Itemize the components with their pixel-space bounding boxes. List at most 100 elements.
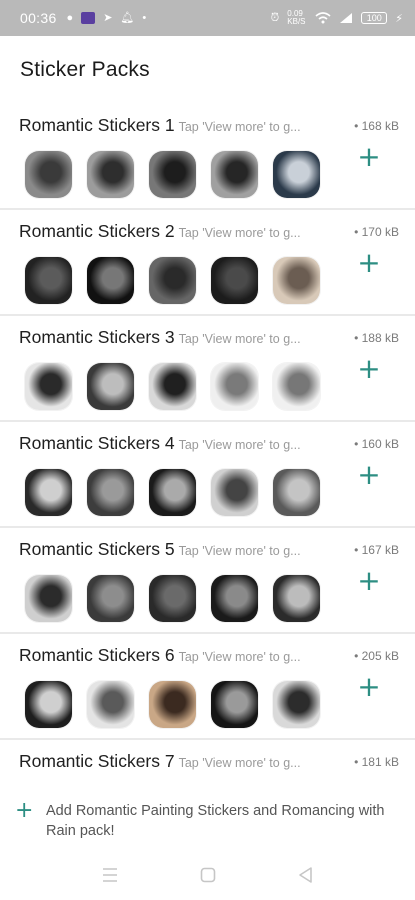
- status-bar: 00:36 ● ➤ 🔔︎ • ⏰︎ 0.09 KB/S 100 ⚡︎: [0, 0, 415, 36]
- sticker-thumbnail: [149, 363, 196, 410]
- sticker-thumbnail: [211, 257, 258, 304]
- sticker-pack-row[interactable]: Romantic Stickers 4 Tap 'View more' to g.…: [0, 422, 415, 528]
- pack-description: Tap 'View more' to g...: [178, 756, 301, 770]
- back-icon[interactable]: [294, 864, 318, 886]
- notification-bell-icon: 🔔︎: [120, 11, 135, 24]
- add-more-packs-row[interactable]: + Add Romantic Painting Stickers and Rom…: [0, 796, 415, 842]
- sticker-thumbnail: [87, 257, 134, 304]
- pack-name: Romantic Stickers 3: [19, 327, 175, 347]
- pack-size: • 160 kB: [354, 437, 399, 451]
- sticker-thumbnail: [25, 681, 72, 728]
- sticker-thumbnails: [25, 363, 320, 410]
- sticker-thumbnail: [211, 469, 258, 516]
- sticker-thumbnail: [25, 151, 72, 198]
- sticker-thumbnail: [87, 363, 134, 410]
- navigation-bar: [0, 850, 415, 900]
- sticker-thumbnail: [149, 257, 196, 304]
- pack-description: Tap 'View more' to g...: [178, 650, 301, 664]
- sticker-thumbnails: [25, 151, 320, 198]
- alarm-icon: ⏰︎: [270, 11, 280, 24]
- status-time: 00:36: [20, 10, 57, 26]
- add-pack-button[interactable]: +: [356, 567, 382, 595]
- sticker-thumbnail: [87, 469, 134, 516]
- app-icon: [81, 12, 96, 24]
- sticker-thumbnail: [87, 151, 134, 198]
- sticker-thumbnail: [273, 681, 320, 728]
- page-title: Sticker Packs: [20, 58, 150, 81]
- pack-name: Romantic Stickers 1: [19, 115, 175, 135]
- pack-size: • 205 kB: [354, 649, 399, 663]
- sticker-thumbnail: [273, 257, 320, 304]
- pack-header: Romantic Stickers 1 Tap 'View more' to g.…: [19, 115, 399, 137]
- pack-header: Romantic Stickers 2 Tap 'View more' to g.…: [19, 221, 399, 243]
- pack-name: Romantic Stickers 2: [19, 221, 175, 241]
- pack-description: Tap 'View more' to g...: [178, 438, 301, 452]
- pack-size: • 181 kB: [354, 755, 399, 769]
- sticker-thumbnail: [211, 575, 258, 622]
- pack-name: Romantic Stickers 5: [19, 539, 175, 559]
- pack-header: Romantic Stickers 6 Tap 'View more' to g.…: [19, 645, 399, 667]
- pack-size: • 188 kB: [354, 331, 399, 345]
- charging-icon: ⚡︎: [395, 12, 403, 25]
- add-more-packs-label: Add Romantic Painting Stickers and Roman…: [46, 803, 385, 839]
- sticker-thumbnail: [87, 575, 134, 622]
- sticker-pack-row[interactable]: Romantic Stickers 5 Tap 'View more' to g.…: [0, 528, 415, 634]
- battery-icon: 100: [361, 12, 388, 24]
- pack-header: Romantic Stickers 5 Tap 'View more' to g.…: [19, 539, 399, 561]
- sticker-pack-row[interactable]: Romantic Stickers 6 Tap 'View more' to g.…: [0, 634, 415, 740]
- sticker-thumbnail: [149, 575, 196, 622]
- sticker-thumbnail: [25, 575, 72, 622]
- messenger-icon: ●: [66, 11, 74, 24]
- sticker-thumbnail: [211, 363, 258, 410]
- pack-size: • 168 kB: [354, 119, 399, 133]
- sticker-thumbnail: [149, 151, 196, 198]
- add-pack-button[interactable]: +: [356, 355, 382, 383]
- add-pack-button[interactable]: +: [356, 461, 382, 489]
- sticker-thumbnail: [273, 469, 320, 516]
- dot-icon: •: [142, 11, 147, 24]
- telegram-icon: ➤: [103, 11, 113, 24]
- sticker-thumbnail: [273, 575, 320, 622]
- network-speed: 0.09 KB/S: [287, 9, 306, 26]
- sticker-thumbnail: [25, 363, 72, 410]
- sticker-thumbnail: [149, 469, 196, 516]
- sticker-pack-row[interactable]: Romantic Stickers 3 Tap 'View more' to g.…: [0, 316, 415, 422]
- sticker-thumbnail: [211, 151, 258, 198]
- sticker-pack-row[interactable]: Romantic Stickers 2 Tap 'View more' to g.…: [0, 210, 415, 316]
- wifi-icon: [315, 12, 331, 24]
- home-icon[interactable]: [196, 864, 220, 886]
- sticker-thumbnail: [25, 257, 72, 304]
- sticker-thumbnail: [25, 469, 72, 516]
- pack-size: • 170 kB: [354, 225, 399, 239]
- menu-icon[interactable]: [98, 864, 122, 886]
- pack-name: Romantic Stickers 6: [19, 645, 175, 665]
- signal-icon: [340, 13, 353, 23]
- sticker-thumbnails: [25, 575, 320, 622]
- add-pack-button[interactable]: +: [356, 673, 382, 701]
- pack-name: Romantic Stickers 4: [19, 433, 175, 453]
- status-right: ⏰︎ 0.09 KB/S 100 ⚡︎: [271, 10, 403, 26]
- sticker-thumbnails: [25, 469, 320, 516]
- sticker-thumbnail: [149, 681, 196, 728]
- pack-header: Romantic Stickers 3 Tap 'View more' to g.…: [19, 327, 399, 349]
- pack-size: • 167 kB: [354, 543, 399, 557]
- pack-description: Tap 'View more' to g...: [178, 544, 301, 558]
- add-icon: +: [15, 798, 34, 823]
- sticker-thumbnails: [25, 257, 320, 304]
- sticker-pack-row[interactable]: Romantic Stickers 7 Tap 'View more' to g.…: [0, 740, 415, 786]
- pack-name: Romantic Stickers 7: [19, 751, 175, 771]
- sticker-thumbnail: [87, 681, 134, 728]
- sticker-pack-row[interactable]: Romantic Stickers 1 Tap 'View more' to g.…: [0, 104, 415, 210]
- pack-description: Tap 'View more' to g...: [178, 226, 301, 240]
- pack-description: Tap 'View more' to g...: [178, 120, 301, 134]
- add-pack-button[interactable]: +: [356, 249, 382, 277]
- sticker-pack-list: Romantic Stickers 1 Tap 'View more' to g.…: [0, 104, 415, 786]
- add-pack-button[interactable]: +: [356, 143, 382, 171]
- sticker-thumbnails: [25, 681, 320, 728]
- sticker-thumbnail: [211, 681, 258, 728]
- sticker-thumbnail: [273, 151, 320, 198]
- pack-description: Tap 'View more' to g...: [178, 332, 301, 346]
- pack-header: Romantic Stickers 7 Tap 'View more' to g.…: [19, 751, 399, 773]
- sticker-thumbnail: [273, 363, 320, 410]
- pack-header: Romantic Stickers 4 Tap 'View more' to g.…: [19, 433, 399, 455]
